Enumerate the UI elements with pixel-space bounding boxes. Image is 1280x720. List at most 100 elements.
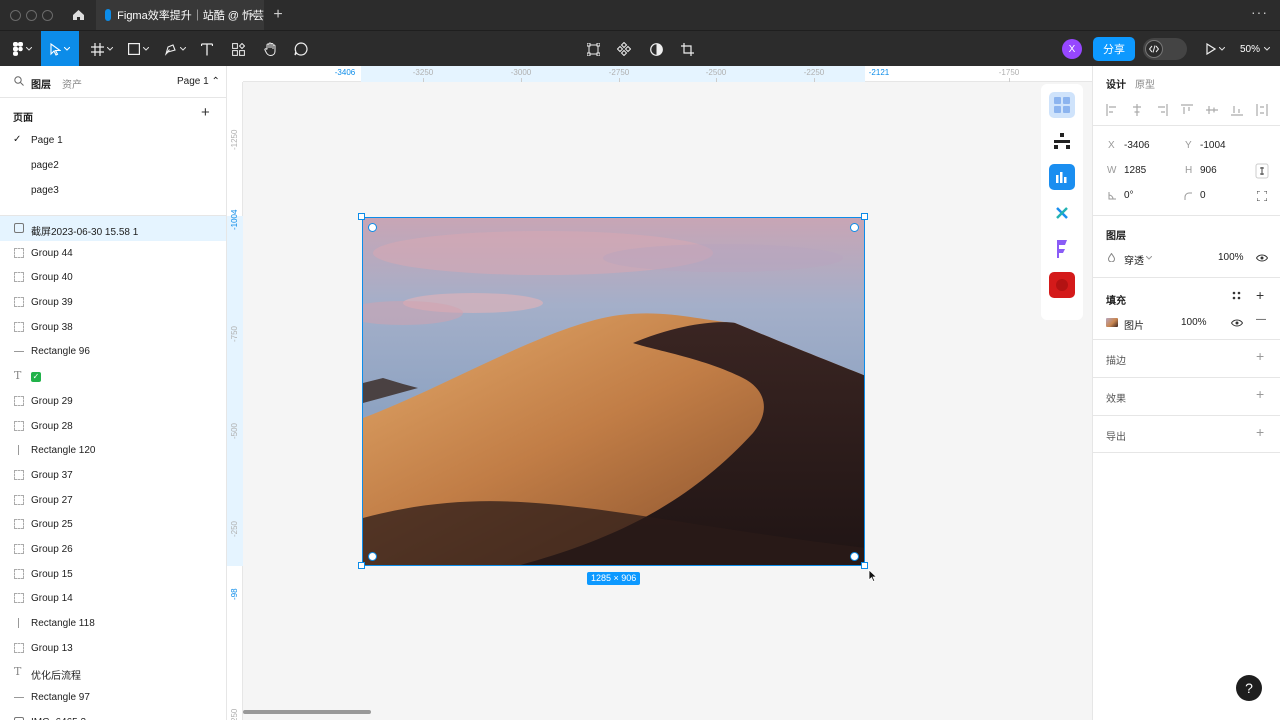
home-button[interactable] — [62, 0, 94, 30]
close-window-button[interactable] — [10, 10, 21, 21]
align-top-icon[interactable] — [1181, 104, 1193, 116]
zoom-window-button[interactable] — [42, 10, 53, 21]
width-input[interactable]: 1285 — [1124, 165, 1146, 176]
independent-corners-icon[interactable] — [1257, 191, 1267, 201]
close-tab-button[interactable]: × — [249, 8, 256, 22]
layer-row[interactable]: Group 38 — [0, 315, 226, 340]
layer-row[interactable]: T ✓ — [0, 364, 226, 389]
present-button[interactable] — [1200, 31, 1230, 67]
horizontal-scrollbar[interactable] — [243, 710, 371, 714]
minimize-window-button[interactable] — [26, 10, 37, 21]
user-avatar[interactable]: X — [1062, 39, 1082, 59]
resize-handle-bottom-right[interactable] — [861, 562, 868, 569]
tab-assets[interactable]: 资产 — [62, 76, 82, 91]
main-menu-button[interactable] — [6, 31, 38, 67]
remove-fill-button[interactable]: — — [1256, 314, 1266, 325]
add-page-button[interactable]: + — [201, 104, 210, 121]
plugin-layout-button[interactable] — [1049, 92, 1075, 118]
resize-handle-bottom-left[interactable] — [358, 562, 365, 569]
help-button[interactable]: ? — [1236, 675, 1262, 701]
corner-radius-handle[interactable] — [368, 223, 377, 232]
layer-row[interactable]: Group 44 — [0, 241, 226, 266]
layer-row[interactable]: Group 25 — [0, 512, 226, 537]
distribute-spacing-icon[interactable] — [1256, 104, 1268, 116]
resize-handle-top-right[interactable] — [861, 213, 868, 220]
layer-row[interactable]: Group 37 — [0, 463, 226, 488]
plugin-chart-button[interactable] — [1049, 164, 1075, 190]
layer-row[interactable]: Rectangle 120 — [0, 438, 226, 463]
radius-input[interactable]: 0 — [1200, 190, 1206, 201]
page-item[interactable]: page3 — [0, 178, 226, 203]
more-options-button[interactable]: ··· — [1251, 4, 1268, 20]
layer-row[interactable]: IMG_6465 3 — [0, 710, 226, 720]
x-input[interactable]: -3406 — [1124, 140, 1150, 151]
zoom-menu[interactable]: 50% — [1240, 31, 1271, 67]
constrain-proportions-icon[interactable] — [1255, 163, 1269, 179]
page-item[interactable]: ✓ Page 1 — [0, 128, 226, 153]
eye-icon[interactable] — [1256, 254, 1268, 262]
layer-row[interactable]: Group 13 — [0, 636, 226, 661]
crop-button[interactable] — [677, 31, 697, 67]
create-component-button[interactable] — [614, 31, 634, 67]
resources-tool-button[interactable] — [228, 31, 248, 67]
y-input[interactable]: -1004 — [1200, 140, 1226, 151]
add-export-button[interactable]: + — [1256, 424, 1264, 440]
fill-type-label[interactable]: 图片 — [1124, 317, 1144, 332]
align-bottom-icon[interactable] — [1231, 104, 1243, 116]
plugin-x-button[interactable] — [1049, 200, 1075, 226]
blend-mode-select[interactable]: 穿透 — [1124, 252, 1144, 267]
canvas[interactable]: -3406 -3250 -3000 -2750 -2500 -2250 -2121 -1750… — [227, 66, 1092, 720]
layer-row[interactable]: 截屏2023-06-30 15.58 1 — [0, 216, 226, 241]
move-tool-button[interactable] — [41, 31, 79, 67]
selected-image-frame[interactable] — [362, 217, 865, 566]
layer-row[interactable]: Group 40 — [0, 265, 226, 290]
layer-row[interactable]: T 优化后流程 — [0, 660, 226, 685]
plugin-flag-button[interactable] — [1049, 236, 1075, 262]
share-button[interactable]: 分享 — [1093, 37, 1135, 61]
rotation-input[interactable]: 0° — [1124, 190, 1134, 201]
image-fill-swatch[interactable] — [1106, 318, 1118, 327]
style-grid-icon[interactable] — [1232, 291, 1241, 300]
file-tab[interactable]: Figma效率提升｜站酷 @ 忻芸 × — [96, 0, 264, 30]
layer-row[interactable]: Group 15 — [0, 562, 226, 587]
align-horizontal-center-icon[interactable] — [1131, 104, 1143, 116]
tab-prototype[interactable]: 原型 — [1135, 76, 1155, 91]
align-left-icon[interactable] — [1106, 104, 1118, 116]
eye-icon[interactable] — [1231, 319, 1243, 327]
corner-radius-handle[interactable] — [368, 552, 377, 561]
dev-mode-toggle[interactable] — [1143, 38, 1187, 60]
layer-row[interactable]: Group 14 — [0, 586, 226, 611]
resize-handle-top-left[interactable] — [358, 213, 365, 220]
layer-row[interactable]: Group 26 — [0, 537, 226, 562]
add-stroke-button[interactable]: + — [1256, 348, 1264, 364]
add-fill-button[interactable]: + — [1256, 287, 1264, 303]
layer-row[interactable]: Group 27 — [0, 488, 226, 513]
pen-tool-button[interactable] — [160, 31, 190, 67]
search-icon[interactable] — [14, 76, 24, 86]
layer-row[interactable]: Group 39 — [0, 290, 226, 315]
plugin-red-button[interactable] — [1049, 272, 1075, 298]
tab-design[interactable]: 设计 — [1106, 76, 1126, 91]
add-effect-button[interactable]: + — [1256, 386, 1264, 402]
mask-button[interactable] — [646, 31, 666, 67]
comment-tool-button[interactable] — [291, 31, 311, 67]
page-item[interactable]: page2 — [0, 153, 226, 178]
corner-radius-handle[interactable] — [850, 552, 859, 561]
fill-opacity-input[interactable]: 100% — [1181, 317, 1207, 328]
tab-layers[interactable]: 图层 — [31, 76, 51, 91]
layer-row[interactable]: Group 29 — [0, 389, 226, 414]
corner-radius-handle[interactable] — [850, 223, 859, 232]
layer-row[interactable]: Group 28 — [0, 414, 226, 439]
text-tool-button[interactable] — [197, 31, 217, 67]
shape-tool-button[interactable] — [123, 31, 153, 67]
layer-row[interactable]: Rectangle 97 — [0, 685, 226, 710]
layer-opacity-input[interactable]: 100% — [1218, 252, 1244, 263]
new-tab-button[interactable]: + — [270, 0, 286, 30]
page-selector[interactable]: Page 1 ⌃ — [177, 76, 220, 87]
frame-tool-button[interactable] — [86, 31, 118, 67]
align-right-icon[interactable] — [1156, 104, 1168, 116]
plugin-hierarchy-button[interactable] — [1049, 128, 1075, 154]
align-vertical-center-icon[interactable] — [1206, 104, 1218, 116]
hand-tool-button[interactable] — [260, 31, 280, 67]
layer-row[interactable]: Rectangle 96 — [0, 339, 226, 364]
